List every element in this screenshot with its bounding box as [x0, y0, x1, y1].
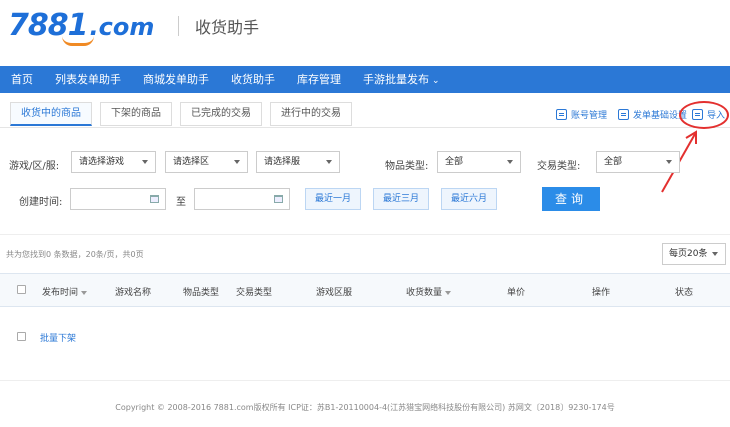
- account-manage-label: 账号管理: [571, 111, 608, 121]
- column-header-game-name: 游戏名称: [115, 288, 152, 298]
- last-month-button[interactable]: 最近一月: [305, 188, 361, 210]
- created-time-label: 创建时间:: [19, 197, 63, 208]
- calendar-icon: [150, 195, 159, 203]
- footer-copyright: Copyright © 2008-2016 7881.com版权所有 ICP证：…: [115, 403, 615, 412]
- page-size-select[interactable]: 每页20条: [662, 243, 726, 265]
- result-count: 共为您找到0 条数据，20条/页，共0页: [6, 250, 144, 259]
- chevron-down-icon: [326, 160, 332, 164]
- column-header-publish-time[interactable]: 发布时间: [42, 285, 88, 298]
- chevron-down-icon: [234, 160, 240, 164]
- chevron-down-icon: [507, 160, 513, 164]
- tab-ongoing-trades[interactable]: 进行中的交易: [270, 102, 352, 126]
- column-header-unit-price: 单价: [507, 288, 526, 298]
- nav-item-home[interactable]: 首页: [0, 66, 44, 93]
- logo-smile-icon: [62, 36, 94, 46]
- trade-type-value: 全部: [604, 157, 623, 167]
- column-header-goods-type: 物品类型: [183, 288, 220, 298]
- server-select[interactable]: 请选择服: [256, 151, 340, 173]
- game-area-server-label: 游戏/区/服:: [9, 161, 60, 172]
- column-header-operation: 操作: [592, 288, 611, 298]
- page-size-value: 每页20条: [669, 249, 708, 259]
- column-header-status: 状态: [675, 288, 694, 298]
- column-header-game-server: 游戏区服: [316, 288, 353, 298]
- game-select-value: 请选择游戏: [79, 157, 125, 167]
- last-6-months-button[interactable]: 最近六月: [441, 188, 497, 210]
- nav-item-mall-order-helper[interactable]: 商城发单助手: [132, 66, 220, 93]
- settings-doc-icon: [618, 109, 629, 120]
- goods-type-label: 物品类型:: [385, 161, 429, 172]
- trade-type-select[interactable]: 全部: [596, 151, 680, 173]
- column-header-label: 收货数量: [406, 288, 443, 298]
- area-select[interactable]: 请选择区: [165, 151, 248, 173]
- end-date-input[interactable]: [194, 188, 290, 210]
- goods-type-select[interactable]: 全部: [437, 151, 521, 173]
- footer-divider: [0, 380, 730, 381]
- nav-item-receive-helper[interactable]: 收货助手: [220, 66, 286, 93]
- chevron-down-icon: [712, 252, 718, 256]
- last-3-months-button[interactable]: 最近三月: [373, 188, 429, 210]
- sort-down-icon: [81, 290, 88, 295]
- select-all-checkbox[interactable]: [17, 285, 26, 294]
- column-header-receive-quantity[interactable]: 收货数量: [406, 285, 452, 298]
- to-label: 至: [176, 197, 186, 208]
- game-select[interactable]: 请选择游戏: [71, 151, 156, 173]
- calendar-icon: [274, 195, 283, 203]
- account-icon: [556, 109, 567, 120]
- section-divider: [0, 234, 730, 235]
- batch-checkbox[interactable]: [17, 332, 26, 341]
- page-title: 收货助手: [195, 18, 260, 37]
- nav-item-list-order-helper[interactable]: 列表发单助手: [44, 66, 132, 93]
- chevron-down-icon: [666, 160, 672, 164]
- tab-completed-trades[interactable]: 已完成的交易: [180, 102, 262, 126]
- query-button[interactable]: 查询: [542, 187, 600, 211]
- tab-bar: 收货中的商品 下架的商品 已完成的交易 进行中的交易: [10, 102, 360, 128]
- base-settings-link[interactable]: 发单基础设置: [618, 108, 687, 121]
- tab-removed-goods[interactable]: 下架的商品: [100, 102, 172, 126]
- nav-item-label: 手游批量发布: [363, 73, 429, 86]
- table-header: 发布时间 游戏名称 物品类型 交易类型 游戏区服 收货数量 单价 操作 状态: [0, 273, 730, 307]
- chevron-down-icon: ⌄: [432, 76, 440, 86]
- nav-item-inventory[interactable]: 库存管理: [286, 66, 352, 93]
- header-divider: [178, 16, 179, 36]
- goods-type-value: 全部: [445, 157, 464, 167]
- site-header: 7881 .com 收货助手: [0, 0, 730, 66]
- annotation-circle: [679, 101, 729, 129]
- trade-type-label: 交易类型:: [537, 161, 581, 172]
- logo-suffix: .com: [89, 13, 155, 41]
- column-header-label: 发布时间: [42, 288, 79, 298]
- server-select-value: 请选择服: [264, 157, 301, 167]
- sort-down-icon: [445, 290, 452, 295]
- column-header-trade-type: 交易类型: [236, 288, 273, 298]
- chevron-down-icon: [142, 160, 148, 164]
- nav-item-mobile-batch-publish[interactable]: 手游批量发布 ⌄: [352, 66, 451, 93]
- area-select-value: 请选择区: [173, 157, 210, 167]
- start-date-input[interactable]: [70, 188, 166, 210]
- main-nav: 首页 列表发单助手 商城发单助手 收货助手 库存管理 手游批量发布 ⌄: [0, 66, 730, 93]
- batch-remove-link[interactable]: 批量下架: [40, 331, 76, 344]
- tab-receiving-goods[interactable]: 收货中的商品: [10, 102, 92, 126]
- account-manage-link[interactable]: 账号管理: [556, 108, 607, 121]
